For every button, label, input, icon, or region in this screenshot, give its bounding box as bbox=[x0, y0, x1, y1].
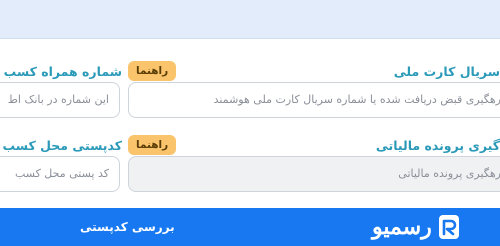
business-phone-label: شماره همراه کسب و ک bbox=[0, 64, 122, 79]
tax-file-tracking-input[interactable]: رهگیری پرونده مالیاتی bbox=[128, 156, 500, 192]
tax-file-tracking-label: گیری پرونده مالیاتی bbox=[375, 138, 500, 153]
business-phone-guide-button[interactable]: راهنما bbox=[128, 61, 177, 81]
business-phone-input[interactable]: این شماره در بانک اط bbox=[0, 82, 120, 118]
rasmio-logo-icon bbox=[438, 215, 459, 239]
bottom-bar: بررسی کدپستی رسمیو bbox=[0, 208, 500, 246]
business-postal-code-input[interactable]: کد پستی محل کسب bbox=[0, 156, 120, 192]
postal-check-button[interactable]: بررسی کدپستی bbox=[80, 216, 175, 238]
business-postal-code-guide-button[interactable]: راهنما bbox=[128, 135, 177, 155]
tax-file-tracking-placeholder: رهگیری پرونده مالیاتی bbox=[398, 167, 500, 180]
top-banner bbox=[0, 0, 500, 39]
business-postal-code-label: کدپستی محل کسب و bbox=[0, 138, 122, 153]
business-postal-code-placeholder: کد پستی محل کسب bbox=[14, 167, 109, 180]
national-card-serial-label: سریال کارت ملی bbox=[393, 64, 500, 79]
brand-logo: رسمیو bbox=[372, 212, 460, 242]
brand-name: رسمیو bbox=[372, 214, 432, 240]
national-card-serial-placeholder: رهگیری قبض دریافت شده یا شماره سریال کار… bbox=[213, 93, 500, 106]
national-card-serial-input[interactable]: رهگیری قبض دریافت شده یا شماره سریال کار… bbox=[128, 82, 500, 118]
business-phone-placeholder: این شماره در بانک اط bbox=[7, 93, 109, 106]
